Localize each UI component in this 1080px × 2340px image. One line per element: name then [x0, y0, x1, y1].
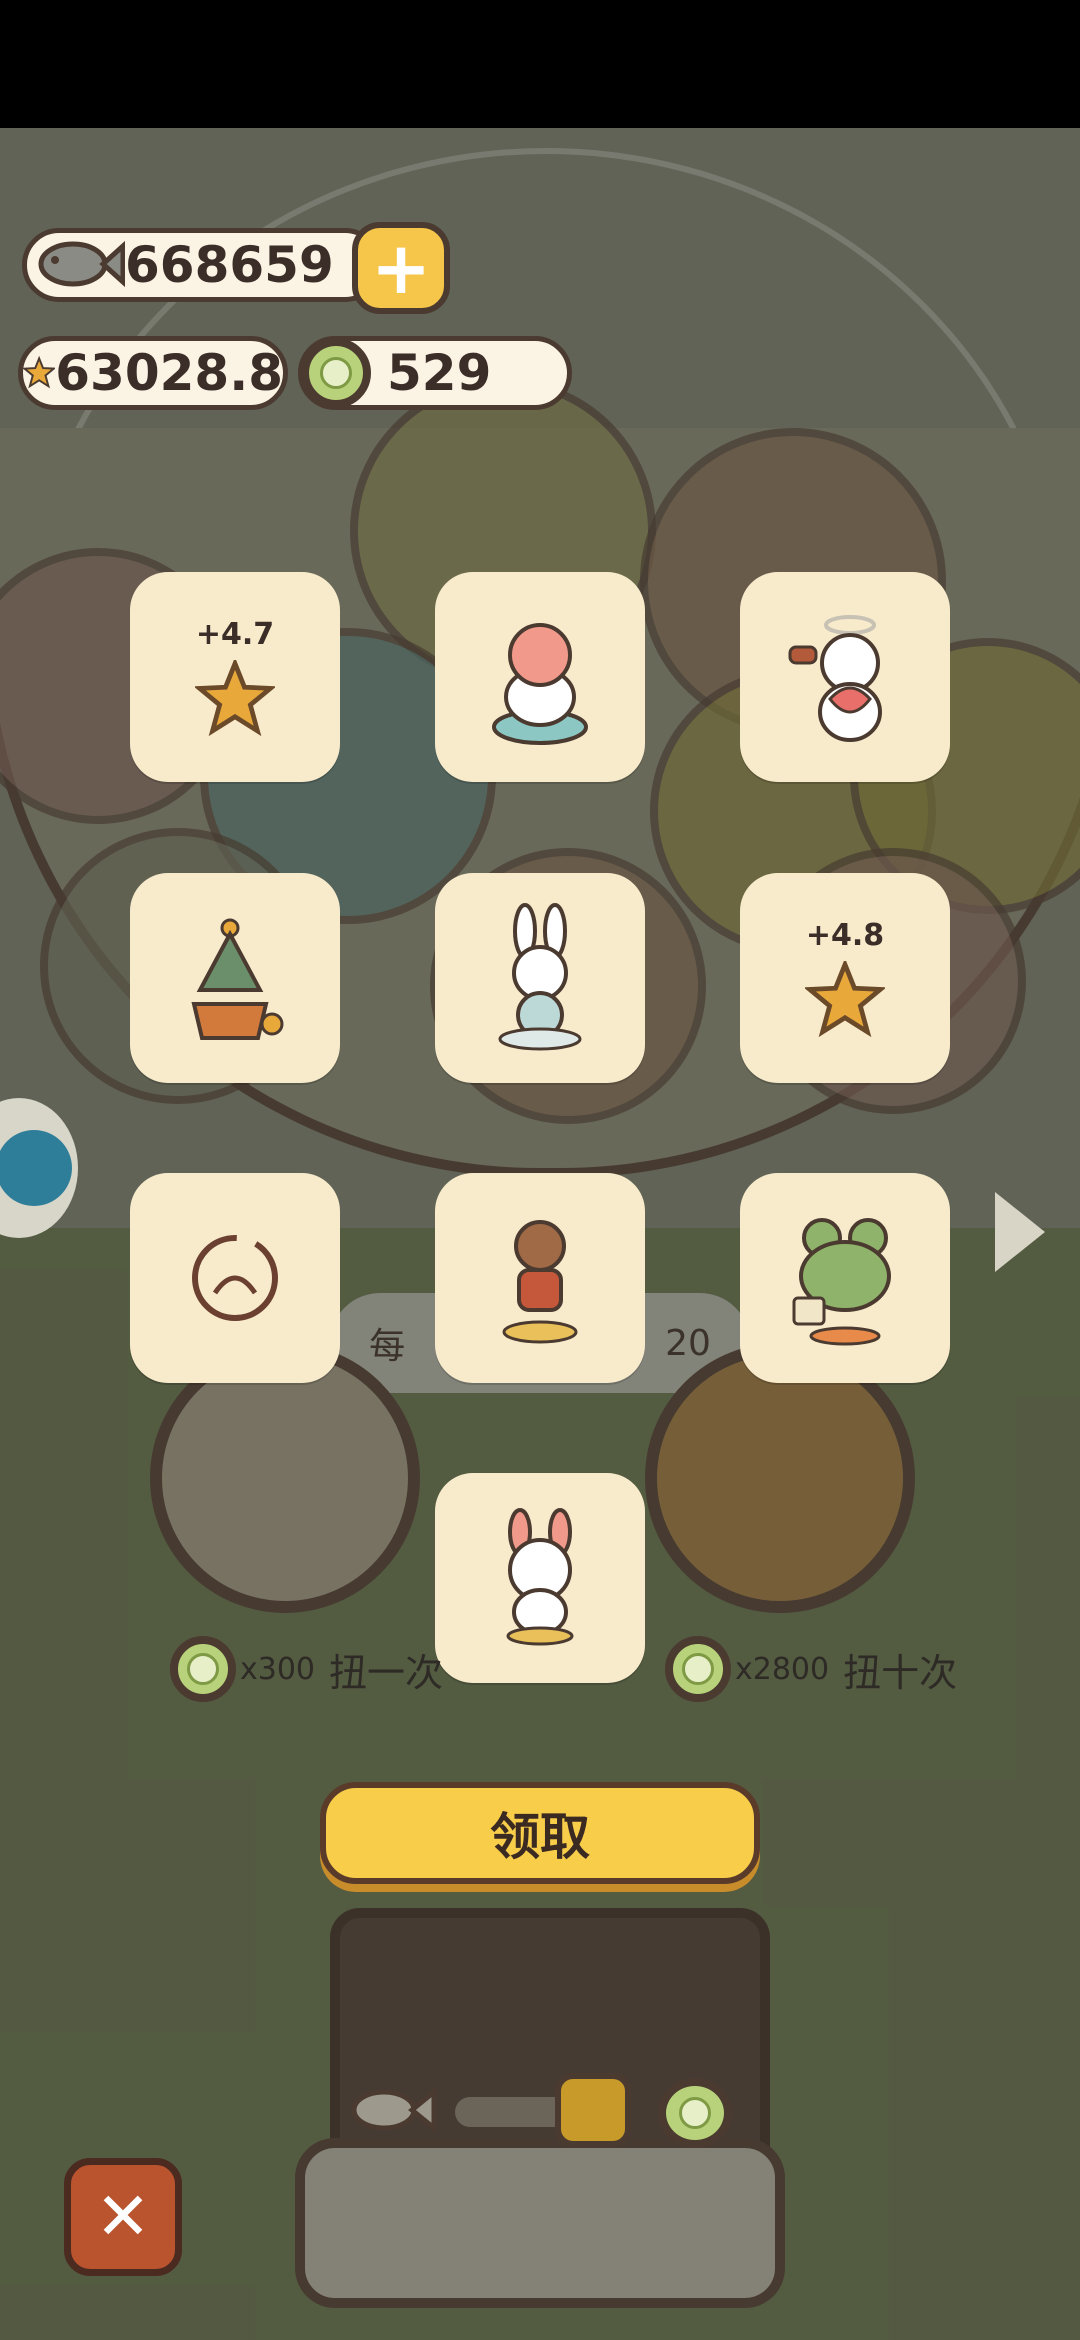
close-icon: ✕	[95, 2178, 151, 2255]
tree-figure-icon	[191, 918, 284, 1040]
circle-sketch-icon	[192, 1235, 278, 1321]
reward-card: +4.8	[740, 873, 950, 1083]
reward-card	[435, 873, 645, 1083]
reward-card	[435, 572, 645, 782]
spin-once-cost[interactable]: x300 扭一次	[170, 1636, 443, 1702]
spin-ten-price: x2800	[735, 1651, 830, 1687]
close-button[interactable]: ✕	[64, 2158, 182, 2276]
puppy-figure-icon	[506, 1508, 574, 1646]
pig-figure-icon	[492, 623, 588, 745]
coin-icon	[301, 338, 371, 408]
plus-icon: +	[370, 226, 432, 310]
slider-knob[interactable]	[555, 2073, 631, 2147]
coin-icon	[658, 2078, 732, 2148]
fish-icon	[351, 2086, 437, 2134]
coin-currency: 529	[298, 336, 572, 410]
reward-amount: +4.7	[195, 616, 275, 652]
claim-label: 领取	[490, 1808, 590, 1866]
star-amount: 63028.8	[55, 344, 283, 402]
frog-figure-icon	[792, 1218, 891, 1346]
reward-card	[130, 1173, 340, 1383]
claim-button[interactable]: 领取	[320, 1782, 760, 1884]
bunny-figure-icon	[498, 903, 582, 1051]
coin-icon	[665, 1636, 731, 1702]
fish-currency: 668659	[22, 228, 382, 302]
reward-card	[435, 1173, 645, 1383]
reward-card: +4.7	[130, 572, 340, 782]
reward-card	[435, 1473, 645, 1683]
star-currency: 63028.8	[18, 336, 288, 410]
coin-icon	[170, 1636, 236, 1702]
angel-figure-icon	[788, 615, 882, 742]
coin-amount: 529	[387, 344, 492, 402]
fish-icon	[38, 240, 125, 288]
spin-once-label: 扭一次	[329, 1650, 444, 1695]
globe-icon	[0, 1130, 72, 1206]
reward-amount: +4.8	[805, 917, 885, 953]
spin-once-price: x300	[240, 1651, 316, 1687]
reward-card	[130, 873, 340, 1083]
add-fish-button[interactable]: +	[352, 222, 450, 314]
spin-ten-label: 扭十次	[843, 1650, 958, 1695]
status-bar	[0, 0, 1080, 128]
star-icon	[195, 659, 275, 736]
fish-amount: 668659	[125, 236, 334, 294]
star-icon	[23, 355, 56, 389]
spin-ten-cost[interactable]: x2800 扭十次	[665, 1636, 957, 1702]
boy-figure-icon	[502, 1220, 578, 1344]
next-arrow-button[interactable]	[995, 1192, 1045, 1272]
reward-card	[740, 572, 950, 782]
reward-card	[740, 1173, 950, 1383]
star-icon	[805, 960, 885, 1037]
